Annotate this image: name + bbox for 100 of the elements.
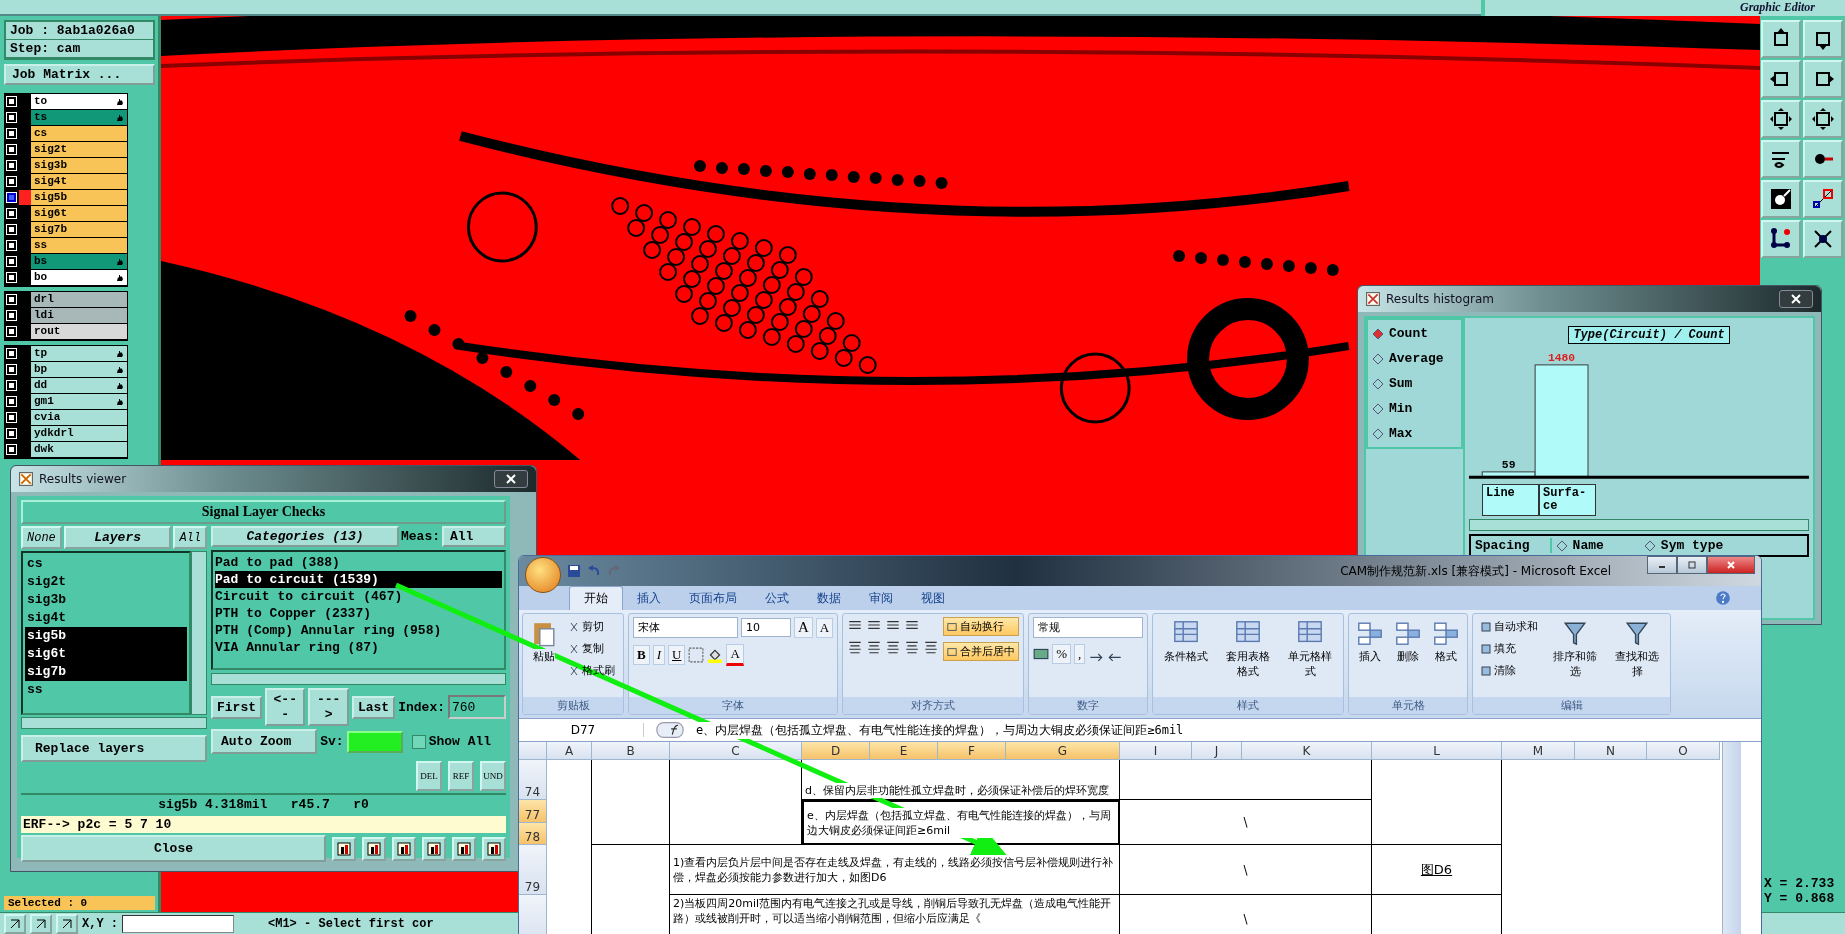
layer-item[interactable]: tp xyxy=(31,346,127,361)
tool-button[interactable] xyxy=(482,836,506,861)
editing-button[interactable]: 填充 xyxy=(1477,639,1543,658)
maximize-button[interactable] xyxy=(1677,556,1707,574)
layer-checkbox[interactable] xyxy=(7,381,16,390)
layer-item[interactable]: gm1 xyxy=(31,394,127,409)
categories-button[interactable]: Categories (13) xyxy=(211,526,399,547)
row-header[interactable]: 79 xyxy=(519,845,547,895)
layer-checkbox[interactable] xyxy=(7,129,16,138)
tool-button[interactable] xyxy=(1761,60,1801,98)
layer-checkbox[interactable] xyxy=(7,193,16,202)
currency-icon[interactable] xyxy=(1033,646,1050,662)
close-button[interactable] xyxy=(494,470,528,488)
layer-checkbox[interactable] xyxy=(7,113,16,122)
office-button[interactable] xyxy=(525,557,561,593)
row-header[interactable]: 78 xyxy=(519,823,547,845)
job-matrix-button[interactable]: Job Matrix ... xyxy=(4,64,155,85)
layer-list-item[interactable]: sig2t xyxy=(25,573,187,591)
status-tool-button[interactable] xyxy=(30,914,52,934)
style-button[interactable]: 条件格式 xyxy=(1157,617,1216,666)
layer-item[interactable]: sig3b xyxy=(31,158,127,173)
layer-item[interactable]: bs xyxy=(31,254,127,269)
category-item[interactable]: PTH (Comp) Annular ring (958) xyxy=(215,622,502,639)
column-header[interactable]: M xyxy=(1502,742,1575,760)
layer-checkbox[interactable] xyxy=(7,177,16,186)
fill-color-icon[interactable] xyxy=(707,647,724,663)
radio-icon[interactable] xyxy=(1372,352,1384,365)
layer-checkbox[interactable] xyxy=(7,257,16,266)
row-header[interactable]: 74 xyxy=(519,760,547,800)
close-button[interactable] xyxy=(1707,556,1755,574)
action-button[interactable]: DEL xyxy=(416,761,442,791)
column-header[interactable]: F xyxy=(938,742,1006,760)
cell-button[interactable]: 插入 xyxy=(1353,617,1388,666)
editing-button[interactable]: 排序和筛选 xyxy=(1546,617,1605,681)
editing-button[interactable]: 查找和选择 xyxy=(1608,617,1667,681)
layer-item[interactable]: dd xyxy=(31,378,127,393)
navigation-button[interactable]: Last xyxy=(351,695,396,719)
category-item[interactable]: Circuit to circuit (467) xyxy=(215,588,502,605)
clipboard-button[interactable]: 复制 xyxy=(565,639,619,658)
layer-list-item[interactable]: sig4t xyxy=(25,609,187,627)
font-color-button[interactable]: A xyxy=(726,644,744,666)
tool-button[interactable] xyxy=(1761,20,1801,58)
action-button[interactable]: UND xyxy=(480,761,506,791)
navigation-button[interactable]: <--- xyxy=(265,688,306,726)
alignment-toggle[interactable]: 合并后居中 xyxy=(943,642,1020,661)
column-header[interactable]: I xyxy=(1120,742,1192,760)
ribbon-tab[interactable]: 数据 xyxy=(803,587,855,610)
layer-item[interactable]: cvia xyxy=(31,410,127,425)
column-header[interactable]: O xyxy=(1647,742,1720,760)
category-item[interactable]: PTH to Copper (2337) xyxy=(215,605,502,622)
style-button[interactable]: 单元格样式 xyxy=(1281,617,1340,681)
cell-button[interactable]: 格式 xyxy=(1429,617,1464,666)
layer-checkbox[interactable] xyxy=(7,209,16,218)
cell-button[interactable]: 删除 xyxy=(1391,617,1426,666)
auto-zoom-dropdown[interactable]: Auto Zoom xyxy=(211,729,318,754)
layer-filter-tab[interactable]: All xyxy=(173,526,207,549)
ribbon-tab[interactable]: 插入 xyxy=(623,587,675,610)
tool-button[interactable] xyxy=(1761,140,1801,178)
layer-item[interactable]: sig2t xyxy=(31,142,127,157)
status-tool-button[interactable] xyxy=(56,914,78,934)
replace-layers-dropdown[interactable]: Replace layers xyxy=(21,735,207,762)
column-header[interactable]: E xyxy=(870,742,938,760)
radio-icon[interactable] xyxy=(1372,427,1384,440)
font-size-field[interactable]: 10 xyxy=(741,618,791,637)
layer-list-item[interactable]: cs xyxy=(25,555,187,573)
ribbon-tab[interactable]: 公式 xyxy=(751,587,803,610)
layer-item[interactable]: bo xyxy=(31,270,127,285)
close-button[interactable] xyxy=(1779,290,1813,308)
layer-checkbox[interactable] xyxy=(7,429,16,438)
layer-item[interactable]: sig5b xyxy=(31,190,127,205)
layer-item[interactable]: rout xyxy=(31,324,127,339)
layer-item[interactable]: sig4t xyxy=(31,174,127,189)
layer-list-item[interactable]: sig6t xyxy=(25,645,187,663)
layer-item[interactable]: to xyxy=(31,94,127,109)
layer-list-item[interactable]: sig5b xyxy=(25,627,187,645)
tool-button[interactable] xyxy=(1803,220,1843,258)
layer-item[interactable]: dwk xyxy=(31,442,127,457)
radio-icon[interactable] xyxy=(1372,327,1384,340)
column-header[interactable]: A xyxy=(547,742,592,760)
radio-icon[interactable] xyxy=(1643,539,1656,552)
layer-checkbox[interactable] xyxy=(7,413,16,422)
scrollbar[interactable] xyxy=(191,551,207,715)
tool-button[interactable] xyxy=(1761,100,1801,138)
font-style-button[interactable]: U xyxy=(668,645,686,665)
editing-button[interactable]: 自动求和 xyxy=(1477,617,1543,636)
index-field[interactable]: 760 xyxy=(448,695,506,719)
number-format-field[interactable]: 常规 xyxy=(1033,617,1144,638)
ribbon-tab[interactable]: 视图 xyxy=(907,587,959,610)
column-header[interactable]: K xyxy=(1242,742,1372,760)
scrollbar[interactable] xyxy=(21,717,207,729)
layer-filter-tab[interactable]: None xyxy=(21,526,62,549)
column-header[interactable]: G xyxy=(1006,742,1120,760)
number-format-button[interactable]: % xyxy=(1052,644,1072,664)
tool-button[interactable] xyxy=(362,836,386,861)
layer-item[interactable]: ldi xyxy=(31,308,127,323)
align-icon[interactable] xyxy=(866,639,883,655)
category-item[interactable]: VIA Annular ring (87) xyxy=(215,639,502,656)
show-all-checkbox[interactable] xyxy=(411,734,426,749)
layer-checkbox[interactable] xyxy=(7,445,16,454)
radio-icon[interactable] xyxy=(1555,539,1568,552)
